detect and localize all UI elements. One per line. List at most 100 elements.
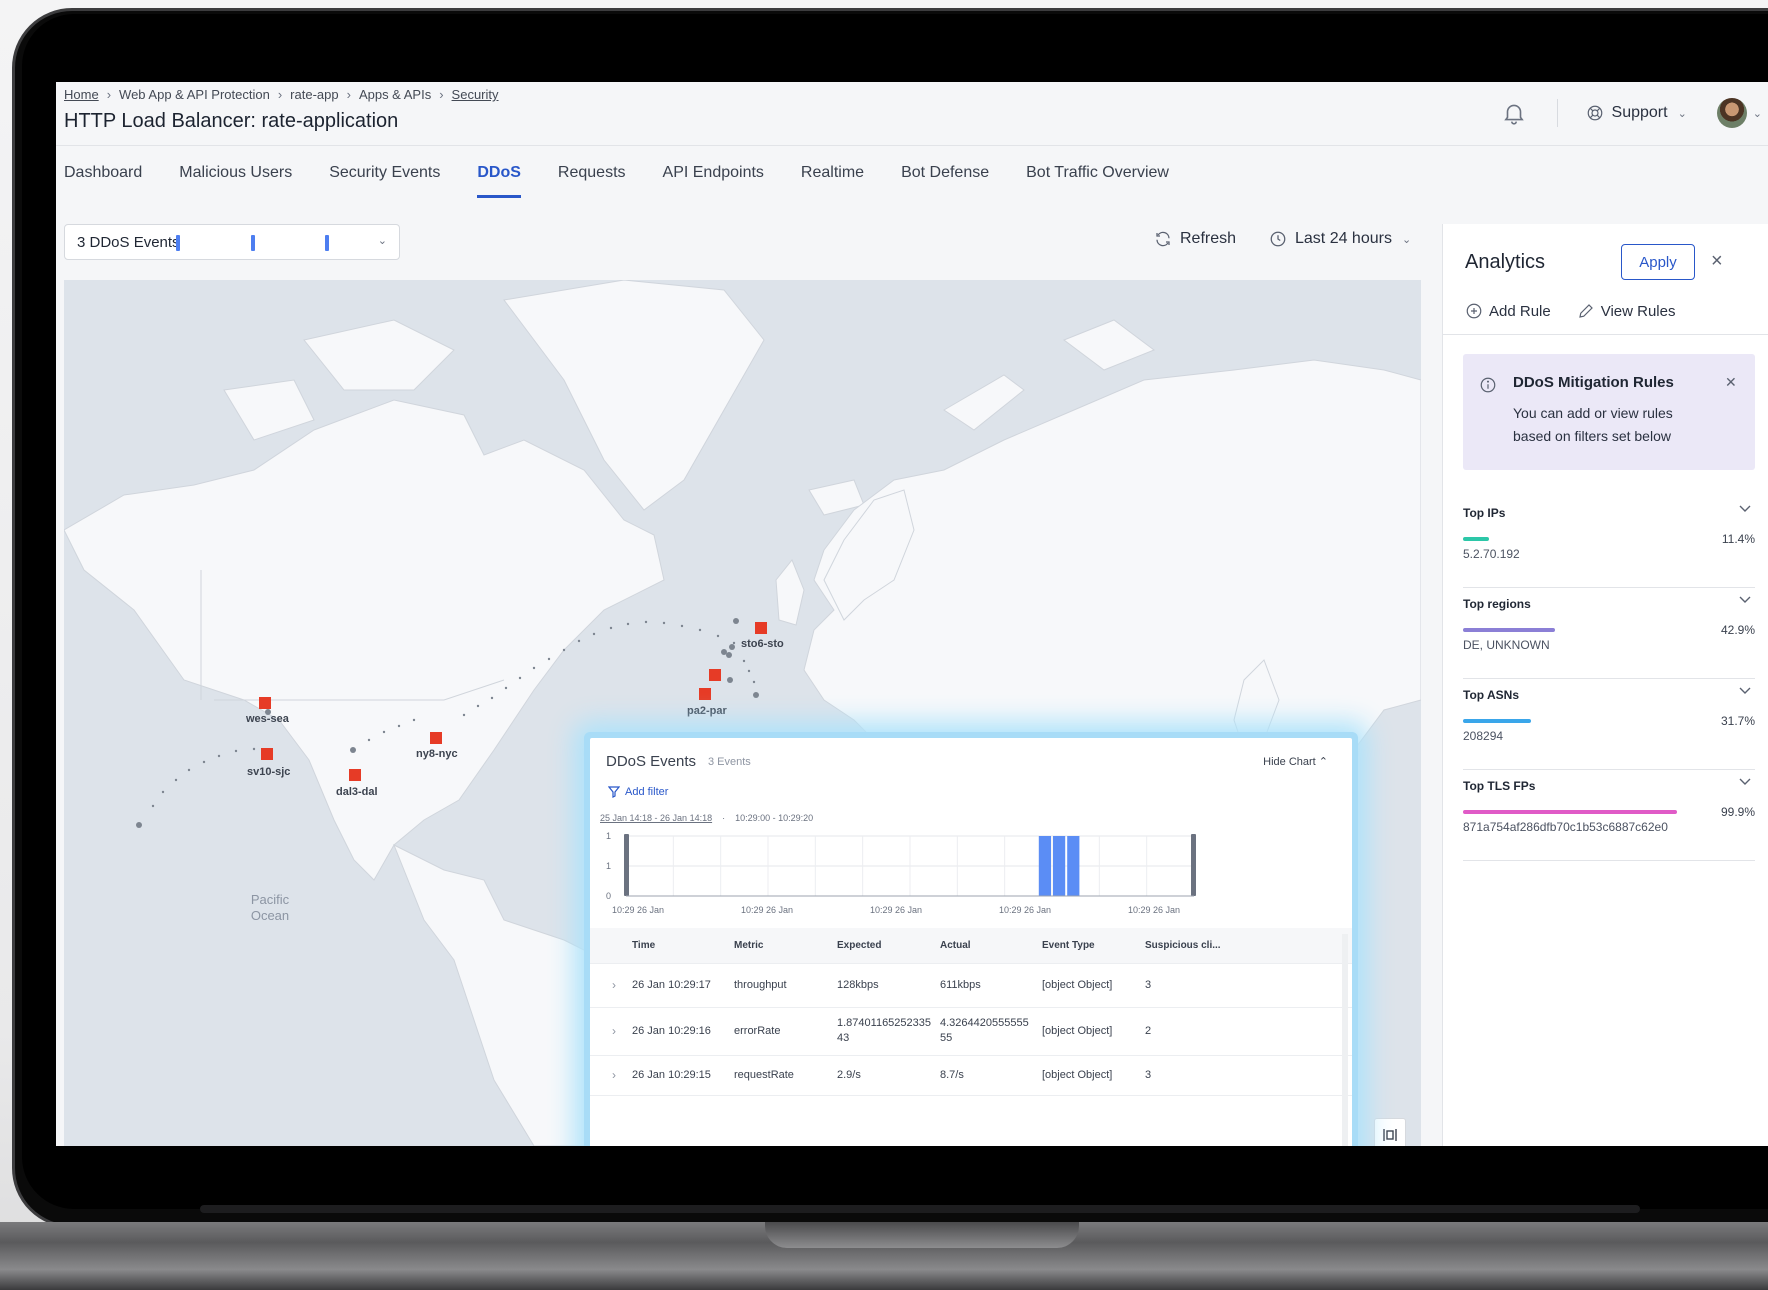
breadcrumb-waap[interactable]: Web App & API Protection — [119, 87, 270, 102]
tab-ddos[interactable]: DDoS — [477, 160, 521, 198]
pencil-icon — [1578, 304, 1593, 318]
page-header: Home › Web App & API Protection › rate-app › A… — [56, 82, 1768, 146]
top-value[interactable]: 208294 — [1463, 729, 1503, 743]
location-marker-pa2-par-1[interactable] — [709, 669, 721, 681]
cell-suspicious: 2 — [1145, 1025, 1152, 1037]
info-title: DDoS Mitigation Rules — [1513, 374, 1674, 391]
breadcrumb-apps-apis[interactable]: Apps & APIs — [359, 87, 431, 102]
section-title: Top IPs — [1463, 506, 1506, 520]
event-marker — [176, 235, 180, 251]
ddos-bar-chart[interactable]: 11010:29 26 Jan 10:29 26 Jan 10:29 26 Jan 1… — [590, 828, 1352, 928]
section-title: Top TLS FPs — [1463, 779, 1536, 793]
cell-suspicious: 3 — [1145, 1069, 1152, 1081]
time-range-select[interactable]: Last 24 hours ⌄ — [1269, 230, 1411, 248]
tab-security-events[interactable]: Security Events — [329, 160, 440, 198]
header-divider — [1556, 99, 1558, 127]
header-actions: Support ⌄ ⌄ — [1501, 96, 1768, 130]
app-screen: Home › Web App & API Protection › rate-app › A… — [56, 82, 1768, 1146]
col-actual[interactable]: Actual — [940, 940, 971, 951]
table-row[interactable]: › 26 Jan 10:29:17 throughput 128kbps 611… — [590, 964, 1352, 1008]
col-metric[interactable]: Metric — [734, 940, 763, 951]
expand-row-icon[interactable]: › — [612, 1068, 616, 1082]
expand-row-icon[interactable]: › — [612, 978, 616, 992]
tab-malicious-users[interactable]: Malicious Users — [179, 160, 292, 198]
location-marker-ny8-nyc[interactable] — [430, 732, 442, 744]
separator-dot: · — [722, 813, 726, 823]
location-marker-sto6-sto[interactable] — [755, 622, 767, 634]
location-marker-pa2-par-2[interactable] — [699, 688, 711, 700]
cell-time: 26 Jan 10:29:16 — [632, 1025, 711, 1037]
hide-chart-button[interactable]: Hide Chart ⌃ — [1263, 755, 1328, 768]
chevron-down-icon[interactable]: ⌄ — [1753, 107, 1762, 120]
plus-circle-icon — [1466, 303, 1482, 319]
tab-bar: Dashboard Malicious Users Security Event… — [64, 160, 1206, 200]
analytics-actions: Add Rule View Rules — [1465, 302, 1701, 320]
table-row[interactable]: › 26 Jan 10:29:16 errorRate 1.8740116525… — [590, 1008, 1352, 1056]
analytics-section[interactable]: Top ASNs 31.7% 208294 — [1463, 668, 1755, 770]
fit-map-button[interactable] — [1375, 1119, 1405, 1146]
share-bar — [1463, 537, 1489, 541]
add-rule-button[interactable]: Add Rule — [1465, 302, 1551, 320]
ddos-event-select[interactable]: 3 DDoS Events ⌄ — [64, 224, 400, 260]
cell-time: 26 Jan 10:29:17 — [632, 979, 711, 991]
analytics-section[interactable]: Top TLS FPs 99.9% 871a754af286dfb70c1b53c6… — [1463, 759, 1755, 861]
analytics-section[interactable]: Top IPs 11.4% 5.2.70.192 — [1463, 486, 1755, 588]
analytics-section[interactable]: Top regions 42.9% DE, UNKNOWN — [1463, 577, 1755, 679]
col-expected[interactable]: Expected — [837, 940, 881, 951]
chevron-down-icon[interactable] — [1737, 591, 1753, 607]
support-menu[interactable]: Support ⌄ — [1586, 104, 1687, 122]
y-tick-label: 0 — [606, 891, 611, 901]
apply-button[interactable]: Apply — [1621, 244, 1695, 280]
y-tick-label: 1 — [606, 831, 611, 841]
col-time[interactable]: Time — [632, 940, 655, 951]
chevron-down-icon[interactable] — [1737, 682, 1753, 698]
top-value[interactable]: 871a754af286dfb70c1b53c6887c62e0 — [1463, 820, 1668, 834]
col-suspicious[interactable]: Suspicious cli... — [1145, 940, 1221, 951]
vertical-scrollbar[interactable] — [1342, 934, 1348, 1146]
col-event-type[interactable]: Event Type — [1042, 940, 1095, 951]
breadcrumb-rate-app[interactable]: rate-app — [290, 87, 338, 102]
breadcrumb: Home › Web App & API Protection › rate-app › A… — [64, 87, 499, 102]
map-controls: + − — [1374, 1118, 1406, 1146]
chart-bar — [1053, 836, 1066, 896]
chevron-down-icon[interactable] — [1737, 773, 1753, 789]
time-range-text: 10:29:00 - 10:29:20 — [735, 813, 814, 823]
location-marker-dal3-dal[interactable] — [349, 769, 361, 781]
share-percent: 11.4% — [1721, 532, 1755, 546]
tab-bot-traffic-overview[interactable]: Bot Traffic Overview — [1026, 160, 1169, 198]
location-label: wes-sea — [246, 713, 289, 725]
chevron-down-icon: ⌄ — [1677, 107, 1687, 120]
table-row[interactable]: › 26 Jan 10:29:15 requestRate 2.9/s 8.7/… — [590, 1056, 1352, 1096]
expand-row-icon[interactable]: › — [612, 1024, 616, 1038]
close-icon[interactable]: × — [1711, 250, 1723, 273]
cell-expected: 2.9/s — [837, 1069, 861, 1081]
ddos-events-panel-body: DDoS Events 3 Events Hide Chart ⌃ Add fi… — [590, 738, 1352, 1146]
date-range-link[interactable]: 25 Jan 14:18 - 26 Jan 14:18 — [600, 813, 712, 823]
tab-dashboard[interactable]: Dashboard — [64, 160, 142, 198]
view-rules-button[interactable]: View Rules — [1577, 302, 1675, 320]
chevron-right-icon: › — [346, 87, 351, 102]
tab-requests[interactable]: Requests — [558, 160, 626, 198]
refresh-button[interactable]: Refresh — [1154, 230, 1236, 248]
breadcrumb-home[interactable]: Home — [64, 87, 99, 102]
add-filter-button[interactable]: Add filter — [608, 786, 668, 798]
top-value[interactable]: 5.2.70.192 — [1463, 547, 1520, 561]
cell-actual: 611kbps — [940, 979, 981, 991]
breadcrumb-security[interactable]: Security — [452, 87, 499, 102]
close-icon[interactable]: ✕ — [1725, 374, 1737, 391]
chevron-up-icon: ⌃ — [1318, 756, 1328, 768]
info-icon — [1480, 377, 1496, 393]
y-tick-label: 1 — [606, 861, 611, 871]
chevron-down-icon: ⌄ — [1401, 233, 1412, 246]
location-label: ny8-nyc — [416, 748, 458, 760]
bell-icon[interactable] — [1501, 100, 1527, 126]
top-value[interactable]: DE, UNKNOWN — [1463, 638, 1550, 652]
refresh-label: Refresh — [1180, 230, 1237, 247]
tab-api-endpoints[interactable]: API Endpoints — [663, 160, 764, 198]
avatar[interactable] — [1716, 98, 1747, 128]
tab-bot-defense[interactable]: Bot Defense — [901, 160, 989, 198]
chevron-down-icon[interactable] — [1737, 500, 1753, 516]
tab-realtime[interactable]: Realtime — [801, 160, 864, 198]
location-marker-wes-sea[interactable] — [259, 697, 271, 709]
location-marker-sv10-sjc[interactable] — [261, 748, 273, 760]
